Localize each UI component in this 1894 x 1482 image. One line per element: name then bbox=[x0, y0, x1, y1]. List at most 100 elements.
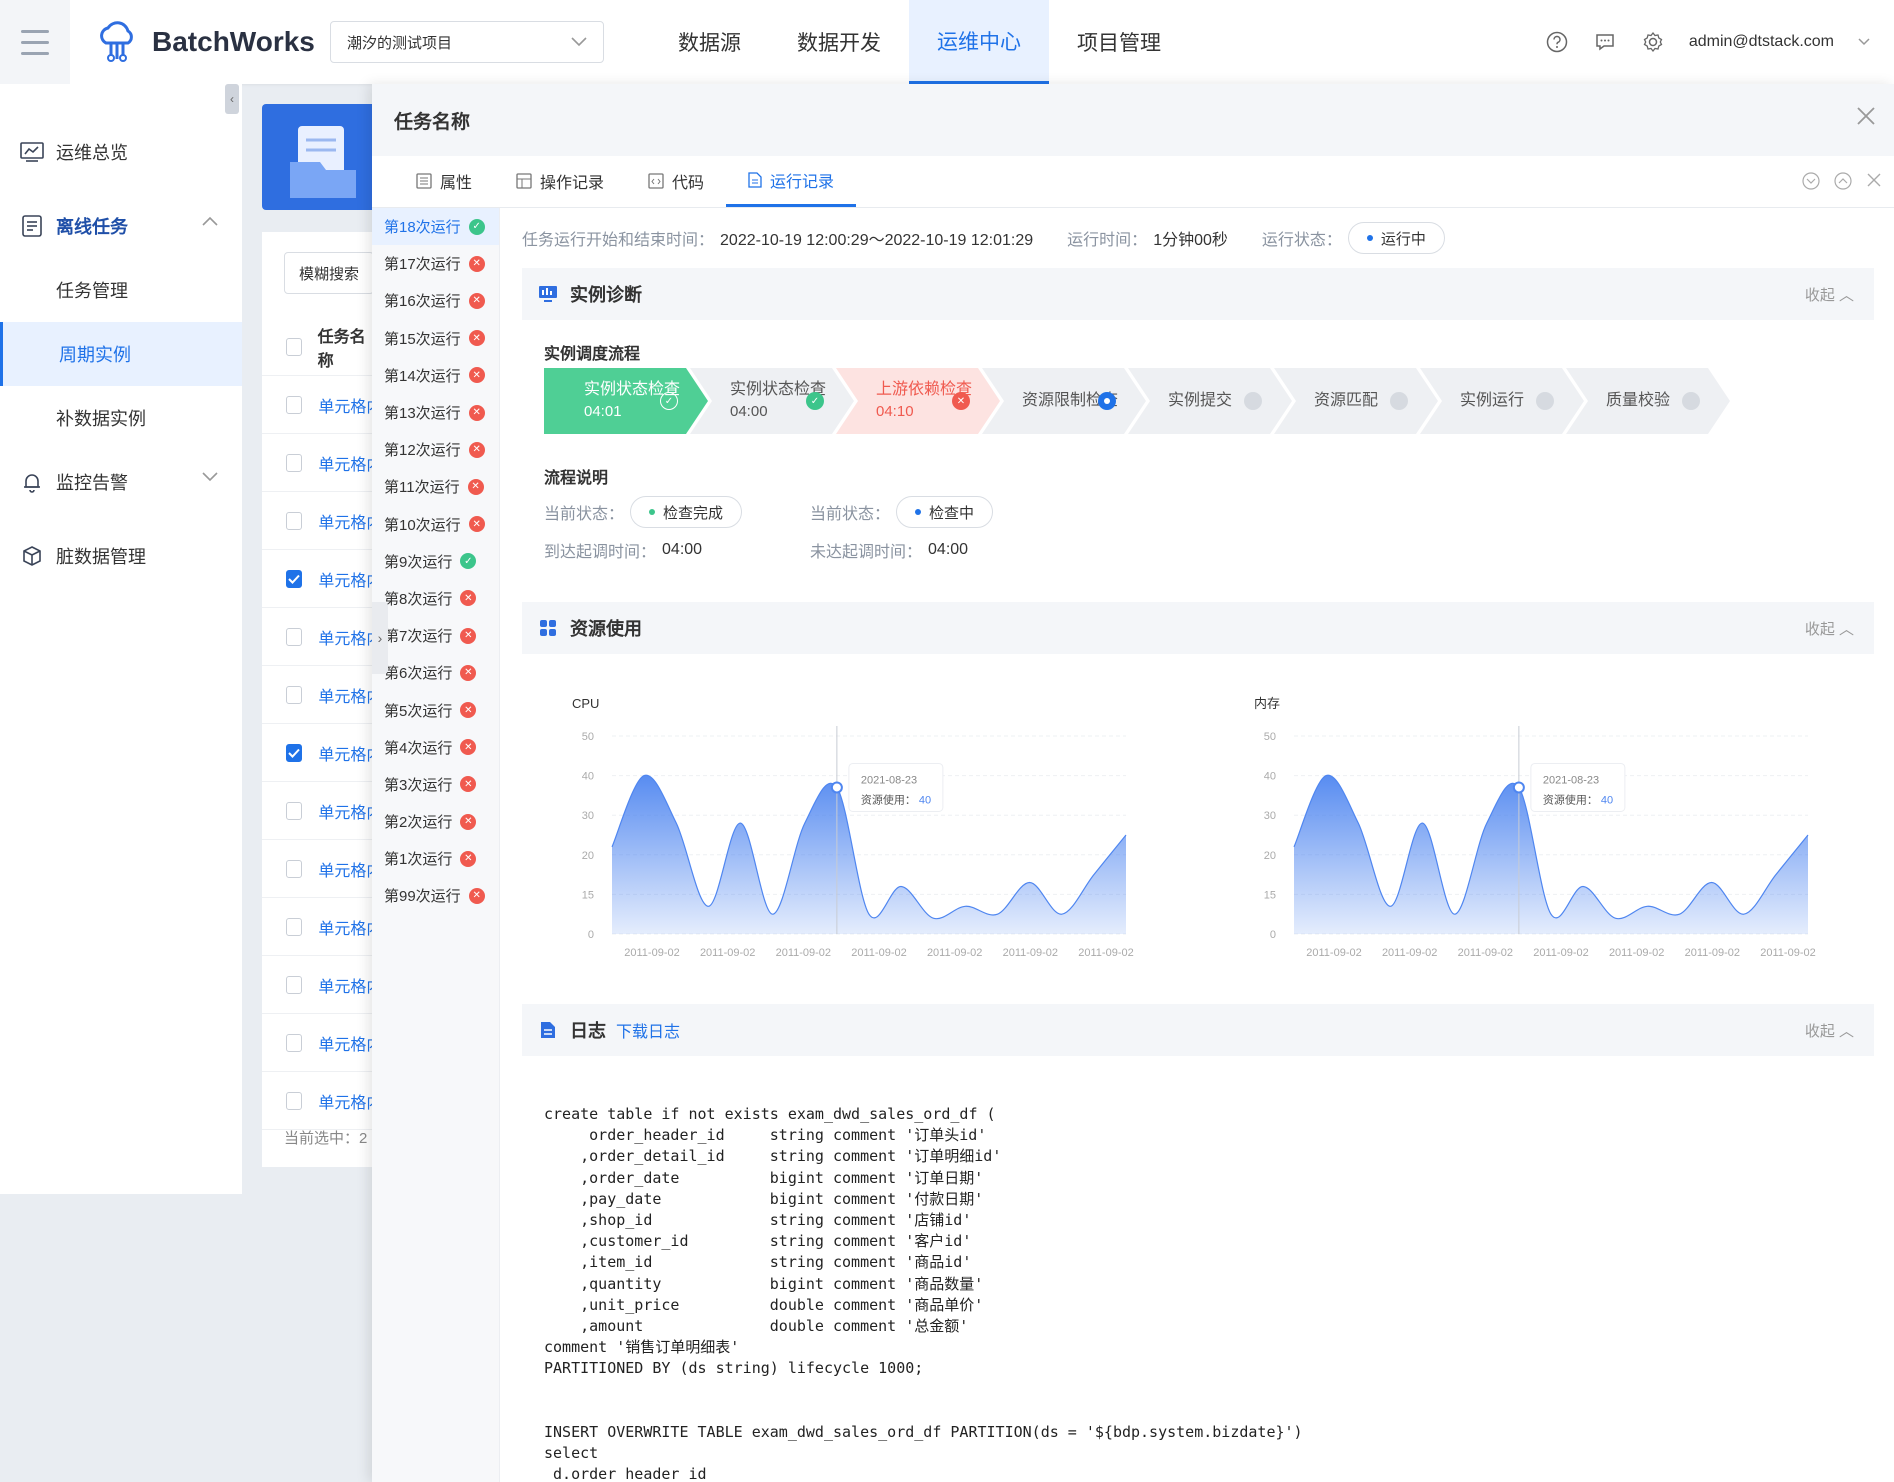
run-item[interactable]: 第7次运行 ✕ bbox=[372, 617, 499, 654]
table-row[interactable]: 单元格内容 bbox=[262, 434, 372, 492]
collapse-up-icon[interactable] bbox=[1834, 172, 1852, 190]
table-row[interactable]: 单元格内容 bbox=[262, 956, 372, 1014]
sidebar-subitem-backfill-instances[interactable]: 补数据实例 bbox=[0, 386, 242, 450]
collapse-toggle[interactable]: 收起 ︿ bbox=[1805, 618, 1854, 639]
run-list-toggle-handle[interactable]: › bbox=[372, 602, 388, 674]
download-log-link[interactable]: 下载日志 bbox=[616, 1018, 680, 1042]
sidebar-item-dirty-data[interactable]: 脏数据管理 bbox=[0, 524, 242, 588]
task-name-link[interactable]: 单元格内容 bbox=[318, 1089, 372, 1113]
help-icon[interactable] bbox=[1545, 30, 1569, 54]
task-name-link[interactable]: 单元格内容 bbox=[318, 1031, 372, 1055]
table-row[interactable]: 单元格内容 bbox=[262, 898, 372, 956]
column-header-task-name: 任务名称 bbox=[317, 328, 366, 370]
run-item[interactable]: 第9次运行 ✓ bbox=[372, 543, 499, 580]
task-name-link[interactable]: 单元格内容 bbox=[318, 451, 372, 475]
row-checkbox[interactable] bbox=[286, 685, 303, 704]
sidebar-item-overview[interactable]: 运维总览 bbox=[0, 120, 242, 184]
select-all-checkbox[interactable] bbox=[286, 337, 302, 356]
table-row[interactable]: 单元格内容 bbox=[262, 550, 372, 608]
row-checkbox[interactable] bbox=[286, 569, 303, 588]
tab-operation-log[interactable]: 操作记录 bbox=[494, 155, 626, 207]
fuzzy-search-input[interactable]: 模糊搜索 bbox=[284, 252, 374, 294]
chevron-down-icon[interactable] bbox=[1858, 38, 1870, 46]
run-item[interactable]: 第6次运行 ✕ bbox=[372, 654, 499, 691]
table-row[interactable]: 单元格内容 bbox=[262, 492, 372, 550]
row-checkbox[interactable] bbox=[286, 511, 303, 530]
task-name-link[interactable]: 单元格内容 bbox=[318, 683, 372, 707]
task-name-link[interactable]: 单元格内容 bbox=[318, 625, 372, 649]
sidebar-collapse-button[interactable]: ‹ bbox=[225, 84, 239, 114]
run-item[interactable]: 第8次运行 ✕ bbox=[372, 580, 499, 617]
run-item[interactable]: 第16次运行 ✕ bbox=[372, 282, 499, 319]
sidebar-item-monitoring-alerts[interactable]: 监控告警 bbox=[0, 450, 242, 514]
task-name-link[interactable]: 单元格内容 bbox=[318, 915, 372, 939]
x-tick-label: 2011-09-02 bbox=[851, 947, 906, 959]
row-checkbox[interactable] bbox=[286, 395, 303, 414]
table-row[interactable]: 单元格内容 bbox=[262, 666, 372, 724]
tab-code[interactable]: 代码 bbox=[626, 155, 726, 207]
run-status-label: 运行状态： bbox=[1261, 232, 1342, 249]
task-name-link[interactable]: 单元格内容 bbox=[318, 973, 372, 997]
run-item[interactable]: 第12次运行 ✕ bbox=[372, 431, 499, 468]
project-select[interactable]: 潮汐的测试项目 bbox=[330, 21, 604, 63]
task-name-link[interactable]: 单元格内容 bbox=[318, 857, 372, 881]
nav-item[interactable]: 项目管理 bbox=[1049, 0, 1189, 84]
user-account[interactable]: admin@dtstack.com bbox=[1689, 33, 1834, 51]
task-name-link[interactable]: 单元格内容 bbox=[318, 567, 372, 591]
table-row[interactable]: 单元格内容 bbox=[262, 1014, 372, 1072]
row-checkbox[interactable] bbox=[286, 801, 303, 820]
task-name-link[interactable]: 单元格内容 bbox=[318, 799, 372, 823]
run-item[interactable]: 第1次运行 ✕ bbox=[372, 840, 499, 877]
table-row[interactable]: 单元格内容 bbox=[262, 1072, 372, 1130]
sidebar-subitem-periodic-instances[interactable]: 周期实例 bbox=[0, 322, 242, 386]
run-item[interactable]: 第17次运行 ✕ bbox=[372, 245, 499, 282]
row-checkbox[interactable] bbox=[286, 917, 303, 936]
nav-item[interactable]: 数据开发 bbox=[769, 0, 909, 84]
run-item[interactable]: 第3次运行 ✕ bbox=[372, 766, 499, 803]
nav-item[interactable]: 数据源 bbox=[650, 0, 769, 84]
row-checkbox[interactable] bbox=[286, 743, 303, 762]
tab-properties[interactable]: 属性 bbox=[394, 155, 494, 207]
row-checkbox[interactable] bbox=[286, 453, 303, 472]
run-item[interactable]: 第99次运行 ✕ bbox=[372, 877, 499, 914]
row-checkbox[interactable] bbox=[286, 1033, 303, 1052]
run-item[interactable]: 第4次运行 ✕ bbox=[372, 729, 499, 766]
run-item[interactable]: 第11次运行 ✕ bbox=[372, 468, 499, 505]
table-row[interactable]: 单元格内容 bbox=[262, 608, 372, 666]
hover-point[interactable] bbox=[830, 781, 843, 794]
run-item[interactable]: 第5次运行 ✕ bbox=[372, 691, 499, 728]
nav-item[interactable]: 运维中心 bbox=[909, 0, 1049, 84]
log-line: comment '销售订单明细表' bbox=[544, 1338, 740, 1357]
task-name-link[interactable]: 单元格内容 bbox=[318, 741, 372, 765]
run-item[interactable]: 第13次运行 ✕ bbox=[372, 394, 499, 431]
table-row[interactable]: 单元格内容 bbox=[262, 840, 372, 898]
hover-point[interactable] bbox=[1512, 781, 1525, 794]
row-checkbox[interactable] bbox=[286, 1091, 303, 1110]
table-row[interactable]: 单元格内容 bbox=[262, 724, 372, 782]
run-item[interactable]: 第15次运行 ✕ bbox=[372, 320, 499, 357]
message-icon[interactable] bbox=[1593, 30, 1617, 54]
run-item[interactable]: 第14次运行 ✕ bbox=[372, 357, 499, 394]
row-checkbox[interactable] bbox=[286, 859, 303, 878]
collapse-down-icon[interactable] bbox=[1802, 172, 1820, 190]
task-name-link[interactable]: 单元格内容 bbox=[318, 509, 372, 533]
run-item-label: 第16次运行 bbox=[384, 293, 461, 311]
row-checkbox[interactable] bbox=[286, 975, 303, 994]
table-row[interactable]: 单元格内容 bbox=[262, 782, 372, 840]
close-icon[interactable] bbox=[1866, 172, 1882, 188]
collapse-toggle[interactable]: 收起 ︿ bbox=[1805, 284, 1854, 305]
settings-gear-icon[interactable] bbox=[1641, 30, 1665, 54]
row-checkbox[interactable] bbox=[286, 627, 303, 646]
run-item[interactable]: 第10次运行 ✕ bbox=[372, 506, 499, 543]
menu-toggle-button[interactable] bbox=[0, 0, 70, 84]
table-row[interactable]: 单元格内容 bbox=[262, 376, 372, 434]
sidebar-item-offline-tasks[interactable]: 离线任务 bbox=[0, 194, 242, 258]
collapse-toggle[interactable]: 收起 ︿ bbox=[1805, 1020, 1854, 1041]
flow-title: 实例调度流程 bbox=[544, 346, 641, 363]
sidebar-subitem-task-management[interactable]: 任务管理 bbox=[0, 258, 242, 322]
close-icon[interactable] bbox=[1856, 106, 1876, 126]
run-item[interactable]: 第18次运行 ✓ bbox=[372, 208, 499, 246]
task-name-link[interactable]: 单元格内容 bbox=[318, 393, 372, 417]
run-item[interactable]: 第2次运行 ✕ bbox=[372, 803, 499, 840]
tab-run-records[interactable]: 运行记录 bbox=[726, 155, 857, 207]
